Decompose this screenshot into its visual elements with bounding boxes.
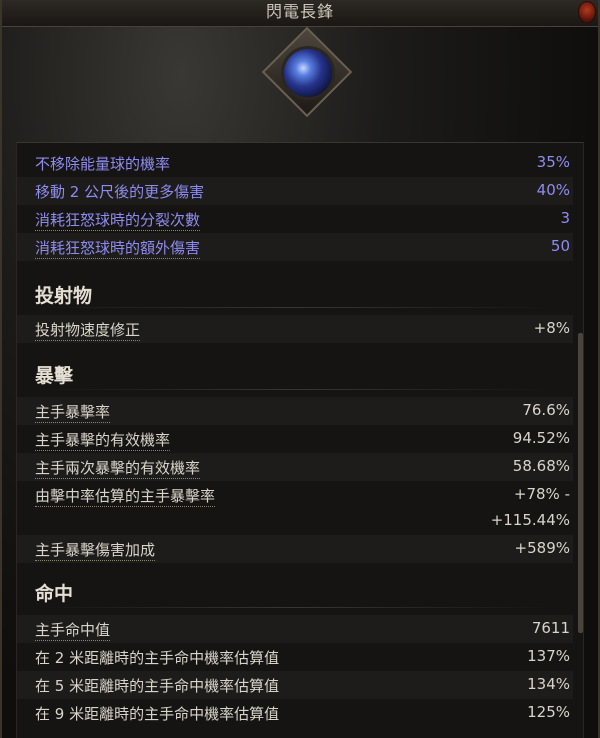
stat-row: 主手暴擊的有效機率 94.52% xyxy=(17,425,573,453)
stat-label: 在 5 米距離時的主手命中機率估算值 xyxy=(35,677,280,695)
section-heading-accuracy: 命中 xyxy=(35,583,74,605)
stat-row: 在 5 米距離時的主手命中機率估算值 134% xyxy=(17,671,573,699)
divider xyxy=(35,607,555,608)
lightning-spear-skill-icon xyxy=(281,46,335,100)
stat-label[interactable]: 主手兩次暴擊的有效機率 xyxy=(35,457,201,479)
stats-panel[interactable]: 不移除能量球的機率 35% 移動 2 公尺後的更多傷害 40% 消耗狂怒球時的分… xyxy=(16,142,584,738)
stat-value: 50 xyxy=(550,237,570,255)
scrollbar[interactable] xyxy=(578,333,583,633)
stat-row: 由擊中率估算的主手暴擊率 +78% - +115.44% xyxy=(17,481,573,535)
title-bar: 閃電長鋒 xyxy=(2,0,598,27)
stat-value: +78% - xyxy=(513,485,570,503)
divider xyxy=(35,307,555,308)
stat-label[interactable]: 投射物速度修正 xyxy=(35,319,141,341)
window-title: 閃電長鋒 xyxy=(265,2,334,21)
stat-row: 在 9 米距離時的主手命中機率估算值 125% xyxy=(17,699,573,727)
stat-value: 35% xyxy=(536,153,570,171)
divider xyxy=(35,389,555,390)
stat-value: 125% xyxy=(527,703,570,721)
stat-value: 137% xyxy=(527,647,570,665)
stat-row: 在 2 米距離時的主手命中機率估算值 137% xyxy=(17,643,573,671)
stat-row: 消耗狂怒球時的分裂次數 3 xyxy=(17,205,573,233)
skill-details-window: 閃電長鋒 不移除能量球的機率 35% 移動 2 公尺後的更多傷害 40% 消耗狂… xyxy=(0,0,600,738)
stat-label: 移動 2 公尺後的更多傷害 xyxy=(35,183,205,201)
stat-row: 主手命中值 7611 xyxy=(17,615,573,643)
stat-row: 主手暴擊率 76.6% xyxy=(17,397,573,425)
stat-label[interactable]: 由擊中率估算的主手暴擊率 xyxy=(35,485,216,507)
stat-row: 不移除能量球的機率 35% xyxy=(17,149,573,177)
stat-row: 消耗狂怒球時的額外傷害 50 xyxy=(17,233,573,261)
stat-value: 94.52% xyxy=(512,429,570,447)
stat-label: 在 2 米距離時的主手命中機率估算值 xyxy=(35,649,280,667)
stat-value: 40% xyxy=(536,181,570,199)
stat-label[interactable]: 主手暴擊率 xyxy=(35,401,111,423)
section-heading-crit: 暴擊 xyxy=(35,365,74,387)
stat-label[interactable]: 消耗狂怒球時的分裂次數 xyxy=(35,209,201,231)
stat-row: 主手暴擊傷害加成 +589% xyxy=(17,535,573,563)
stat-row: 移動 2 公尺後的更多傷害 40% xyxy=(17,177,573,205)
stat-label[interactable]: 消耗狂怒球時的額外傷害 xyxy=(35,237,201,259)
stat-value: 58.68% xyxy=(512,457,570,475)
stat-row: 主手兩次暴擊的有效機率 58.68% xyxy=(17,453,573,481)
stat-value-range-end: +115.44% xyxy=(490,511,570,529)
stat-label[interactable]: 主手暴擊傷害加成 xyxy=(35,539,156,561)
stat-value: 7611 xyxy=(531,619,570,637)
stat-label: 不移除能量球的機率 xyxy=(35,155,171,173)
close-icon[interactable] xyxy=(578,1,596,23)
stat-label[interactable]: 主手暴擊的有效機率 xyxy=(35,429,171,451)
stat-value: +589% xyxy=(514,539,570,557)
stat-row: 投射物速度修正 +8% xyxy=(17,315,573,343)
section-heading-projectile: 投射物 xyxy=(35,285,93,307)
stat-label[interactable]: 主手命中值 xyxy=(35,619,111,641)
stat-value: 134% xyxy=(527,675,570,693)
stat-value: 76.6% xyxy=(522,401,570,419)
stat-value: 3 xyxy=(560,209,570,227)
stat-value: +8% xyxy=(533,319,570,337)
stat-label: 在 9 米距離時的主手命中機率估算值 xyxy=(35,705,280,723)
